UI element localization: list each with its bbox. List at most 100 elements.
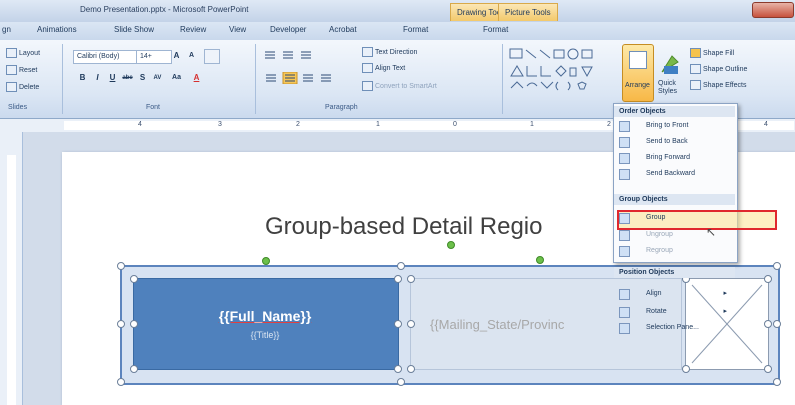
resize-handle[interactable]: [394, 275, 402, 283]
align-icons: [266, 71, 331, 85]
resize-handle[interactable]: [764, 320, 772, 328]
font-size-select[interactable]: 14+: [136, 50, 172, 64]
shape-outline-button[interactable]: Shape Outline: [690, 64, 747, 74]
ruler-strip: [7, 155, 16, 405]
resize-handle[interactable]: [130, 275, 138, 283]
close-window-button[interactable]: [752, 2, 794, 18]
quick-styles-icon: [661, 55, 679, 74]
submenu-arrow-icon: ▸: [723, 290, 727, 297]
list-icons: [265, 51, 311, 59]
shape-fill-button[interactable]: Shape Fill: [690, 48, 734, 58]
reset-button[interactable]: Reset: [6, 65, 37, 75]
full-name-shape[interactable]: [133, 278, 399, 370]
mouse-cursor-icon: ↖: [706, 225, 717, 239]
font-family-select[interactable]: Calibri (Body): [73, 50, 137, 64]
menu-item-send-to-back[interactable]: Send to Back: [614, 135, 735, 149]
tab-format-picture[interactable]: Format: [483, 25, 508, 34]
character-spacing-button[interactable]: AV: [151, 72, 164, 84]
send-to-back-icon: [619, 137, 630, 148]
resize-handle[interactable]: [407, 365, 415, 373]
shapes-gallery[interactable]: [508, 46, 613, 96]
selection-pane-icon: [619, 323, 630, 334]
resize-handle[interactable]: [394, 320, 402, 328]
tab-view[interactable]: View: [229, 25, 246, 34]
send-backward-icon: [619, 169, 630, 180]
tab-format-drawing[interactable]: Format: [403, 25, 428, 34]
ruler-number: 2: [296, 121, 300, 128]
resize-handle[interactable]: [764, 365, 772, 373]
tab-slide-show[interactable]: Slide Show: [114, 25, 154, 34]
resize-handle[interactable]: [130, 365, 138, 373]
shape-effects-button[interactable]: Shape Effects: [690, 80, 746, 90]
tab-design[interactable]: gn: [2, 25, 11, 34]
font-color-button[interactable]: A: [190, 72, 203, 84]
resize-handle[interactable]: [764, 275, 772, 283]
change-case-button[interactable]: Aa: [170, 72, 183, 84]
menu-item-regroup[interactable]: Regroup: [614, 244, 735, 258]
text-direction-button[interactable]: Text Direction: [362, 47, 417, 57]
convert-smartart-button[interactable]: Convert to SmartArt: [362, 81, 437, 91]
menu-item-selection-pane[interactable]: Selection Pane...: [614, 321, 735, 335]
resize-handle[interactable]: [773, 378, 781, 386]
underline-button[interactable]: U: [106, 72, 119, 84]
delete-button[interactable]: Delete: [6, 82, 39, 92]
italic-button[interactable]: I: [91, 72, 104, 84]
menu-item-bring-forward[interactable]: Bring Forward: [614, 151, 735, 165]
menu-item-ungroup[interactable]: Ungroup: [614, 228, 735, 242]
ruler-number: 2: [607, 121, 611, 128]
shapes-icons: [509, 48, 593, 91]
shape-fill-icon: [690, 48, 701, 58]
resize-handle[interactable]: [117, 378, 125, 386]
rotate-handle[interactable]: [536, 256, 544, 264]
alignment-buttons[interactable]: [263, 71, 358, 85]
resize-handle[interactable]: [407, 275, 415, 283]
layout-button[interactable]: Layout: [6, 48, 40, 58]
clear-formatting-button[interactable]: [204, 49, 220, 64]
strikethrough-button[interactable]: abe: [121, 72, 134, 84]
grow-font-button[interactable]: A: [170, 50, 183, 62]
menu-item-group[interactable]: Group: [614, 211, 735, 225]
resize-handle[interactable]: [407, 320, 415, 328]
group-objects-header: Group Objects: [614, 194, 735, 205]
layout-icon: [6, 48, 17, 58]
resize-handle[interactable]: [117, 262, 125, 270]
menu-item-rotate[interactable]: Rotate ▸: [614, 305, 735, 319]
resize-handle[interactable]: [130, 320, 138, 328]
tab-animations[interactable]: Animations: [37, 25, 77, 34]
menu-item-bring-to-front[interactable]: Bring to Front: [614, 119, 735, 133]
slide-title[interactable]: Group-based Detail Regio: [265, 213, 543, 241]
tab-developer[interactable]: Developer: [270, 25, 306, 34]
ruler-number: 0: [453, 121, 457, 128]
group-divider: [255, 44, 256, 114]
delete-icon: [6, 82, 17, 92]
paragraph-group-label: Paragraph: [325, 104, 358, 111]
text-shadow-button[interactable]: S: [136, 72, 149, 84]
tab-review[interactable]: Review: [180, 25, 206, 34]
resize-handle[interactable]: [773, 320, 781, 328]
shape-outline-icon: [690, 64, 701, 74]
align-icon: [619, 289, 630, 300]
rotate-handle[interactable]: [447, 241, 455, 249]
text-direction-icon: [362, 47, 373, 57]
resize-handle[interactable]: [397, 378, 405, 386]
quick-styles-button[interactable]: Quick Styles: [658, 48, 684, 100]
list-buttons[interactable]: [263, 49, 323, 61]
menu-item-align[interactable]: Align ▸: [614, 287, 735, 301]
resize-handle[interactable]: [773, 262, 781, 270]
shrink-font-button[interactable]: A: [185, 50, 198, 62]
menu-item-send-backward[interactable]: Send Backward: [614, 167, 735, 181]
bold-button[interactable]: B: [76, 72, 89, 84]
full-name-text: {{Full_Name}}: [218, 308, 312, 324]
resize-handle[interactable]: [682, 365, 690, 373]
align-text-button[interactable]: Align Text: [362, 63, 405, 73]
ruler-number: 1: [376, 121, 380, 128]
resize-handle[interactable]: [117, 320, 125, 328]
tab-acrobat[interactable]: Acrobat: [329, 25, 357, 34]
window-title: Demo Presentation.pptx - Microsoft Power…: [80, 5, 249, 14]
rotate-handle[interactable]: [262, 257, 270, 265]
regroup-icon: [619, 246, 630, 257]
resize-handle[interactable]: [397, 262, 405, 270]
align-text-icon: [362, 63, 373, 73]
resize-handle[interactable]: [394, 365, 402, 373]
ruler-number: 4: [138, 121, 142, 128]
